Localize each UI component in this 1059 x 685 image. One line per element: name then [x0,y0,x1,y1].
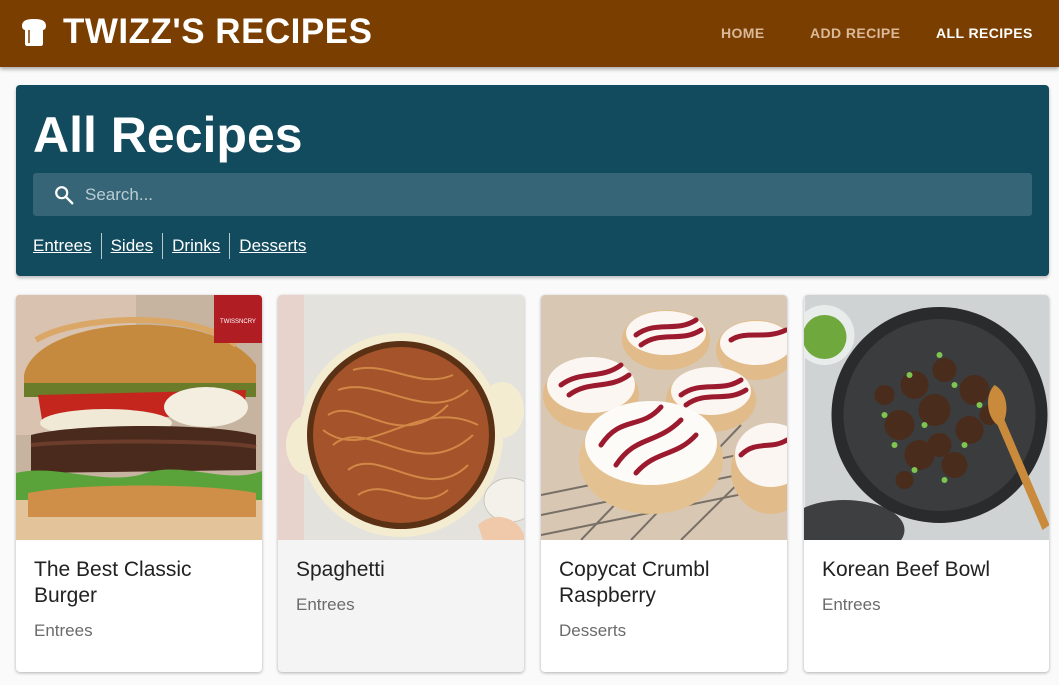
recipe-category: Entrees [822,595,881,614]
category-link-desserts[interactable]: Desserts [229,233,315,259]
spaghetti-photo [278,295,524,540]
brand[interactable]: TWIZZ'S RECIPES [18,12,372,52]
recipe-card[interactable]: Korean Beef Bowl Entrees [804,295,1049,672]
bread-icon [22,19,46,46]
search-panel: All Recipes Entrees Sides Drinks Dessert… [16,85,1049,276]
category-link-drinks[interactable]: Drinks [162,233,229,259]
nav-all-recipes[interactable]: ALL RECIPES [936,25,1033,41]
recipe-card[interactable]: Spaghetti Entrees [278,295,524,672]
cookies-photo [541,295,787,540]
recipe-title: The Best Classic Burger [34,558,192,607]
category-link-sides[interactable]: Sides [100,233,163,259]
brand-title: TWIZZ'S RECIPES [63,12,373,51]
burger-photo: TWISSNCRY [16,295,262,540]
recipe-card[interactable]: TWISSNCRY The Best Classic Burger Entree… [16,295,262,672]
recipe-category: Entrees [34,621,93,640]
search-icon [55,186,74,205]
nav-home[interactable]: HOME [721,25,765,41]
recipe-title: Korean Beef Bowl [822,558,991,581]
recipe-category: Entrees [296,595,355,614]
search-box[interactable] [33,173,1032,216]
recipe-category: Desserts [559,621,627,640]
beef-photo [804,295,1049,540]
recipe-title: Spaghetti [296,558,385,581]
recipe-title: Copycat Crumbl Raspberry [559,558,710,607]
search-input[interactable] [85,173,1015,216]
recipe-card[interactable]: Copycat Crumbl Raspberry Desserts [541,295,787,672]
page-title: All Recipes [33,107,303,163]
app-bar: TWIZZ'S RECIPES HOME ADD RECIPE ALL RECI… [0,0,1059,67]
watermark-text: TWISSNCRY [220,319,256,325]
category-links: Entrees Sides Drinks Desserts [33,233,315,259]
category-link-entrees[interactable]: Entrees [33,233,101,259]
nav-add-recipe[interactable]: ADD RECIPE [810,25,900,41]
